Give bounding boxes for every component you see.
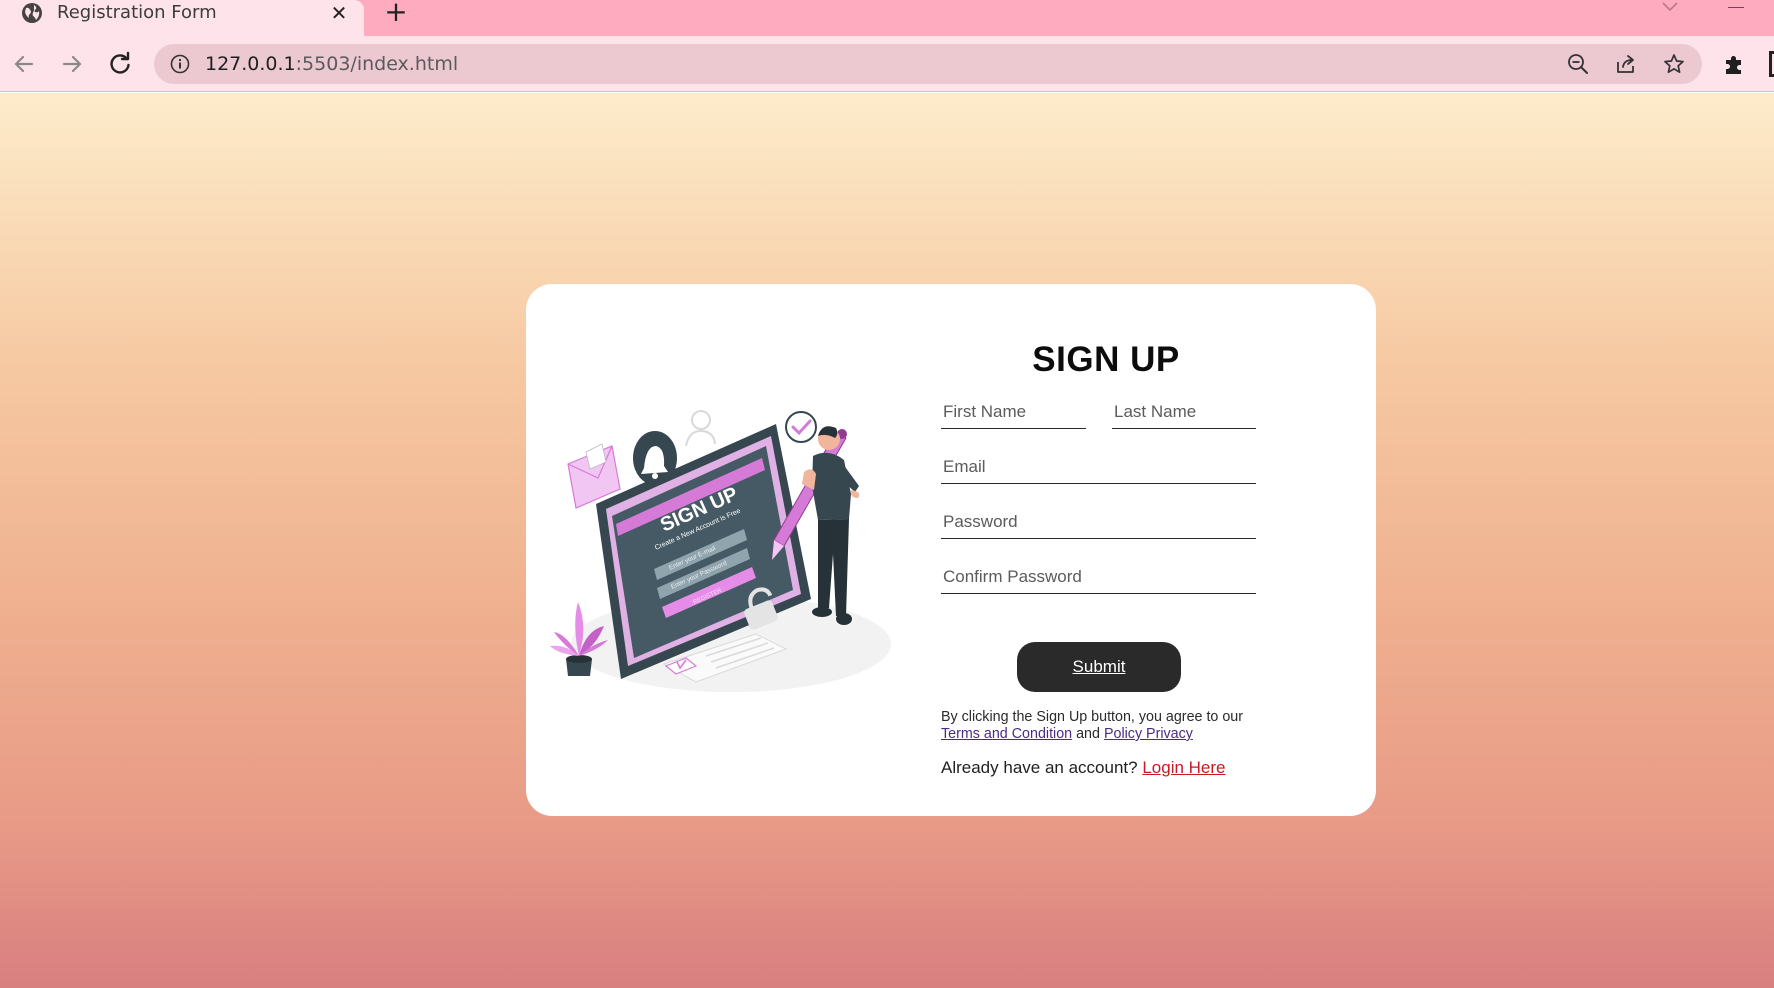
- last-name-input[interactable]: [1112, 401, 1256, 429]
- person-shape: [802, 426, 860, 625]
- browser-toolbar: 127.0.0.1:5503/index.html: [0, 36, 1774, 92]
- form-heading: SIGN UP: [1032, 340, 1180, 379]
- url-host: 127.0.0.1: [205, 53, 296, 75]
- terms-and: and: [1076, 726, 1100, 742]
- user-shape: [685, 410, 716, 447]
- reload-icon[interactable]: [106, 50, 134, 78]
- info-icon[interactable]: [170, 54, 190, 74]
- back-icon[interactable]: [10, 50, 38, 78]
- terms-prefix: By clicking the Sign Up button, you agre…: [941, 709, 1244, 725]
- share-icon[interactable]: [1615, 53, 1637, 75]
- minimize-button[interactable]: [1728, 7, 1744, 8]
- star-icon[interactable]: [1663, 53, 1685, 75]
- first-name-input[interactable]: [941, 401, 1086, 429]
- page-viewport: SIGN UP Create a New Account is Free Ent…: [0, 93, 1774, 988]
- globe-icon: [20, 1, 44, 25]
- check-shape: [785, 411, 817, 443]
- terms-text: By clicking the Sign Up button, you agre…: [941, 709, 1271, 743]
- terms-link[interactable]: Terms and Condition: [941, 726, 1072, 742]
- confirm-password-input[interactable]: [941, 566, 1256, 594]
- email-input[interactable]: [941, 456, 1256, 484]
- tab-strip: Registration Form ✕ +: [0, 0, 1774, 36]
- forward-icon[interactable]: [58, 50, 86, 78]
- puzzle-icon[interactable]: [1722, 53, 1746, 77]
- login-link[interactable]: Login Here: [1142, 758, 1225, 777]
- chevron-down-icon[interactable]: [1661, 0, 1679, 14]
- active-tab[interactable]: Registration Form ✕: [0, 0, 364, 36]
- tab-title: Registration Form: [57, 2, 217, 23]
- login-prompt: Already have an account? Login Here: [941, 758, 1271, 778]
- signup-card: SIGN UP Create a New Account is Free Ent…: [526, 284, 1376, 816]
- url-path: :5503/index.html: [295, 53, 459, 75]
- side-panel-icon[interactable]: [1769, 51, 1774, 77]
- privacy-link[interactable]: Policy Privacy: [1104, 726, 1193, 742]
- login-prompt-text: Already have an account?: [941, 758, 1138, 777]
- url-text: 127.0.0.1:5503/index.html: [205, 53, 458, 75]
- zoom-out-icon[interactable]: [1567, 53, 1589, 75]
- submit-button[interactable]: Submit: [1017, 642, 1181, 692]
- plus-icon[interactable]: +: [383, 0, 409, 26]
- address-bar[interactable]: 127.0.0.1:5503/index.html: [154, 44, 1702, 84]
- password-input[interactable]: [941, 511, 1256, 539]
- signup-illustration: SIGN UP Create a New Account is Free Ent…: [546, 394, 896, 694]
- bell-shape: [633, 431, 677, 485]
- close-icon[interactable]: ✕: [326, 0, 352, 26]
